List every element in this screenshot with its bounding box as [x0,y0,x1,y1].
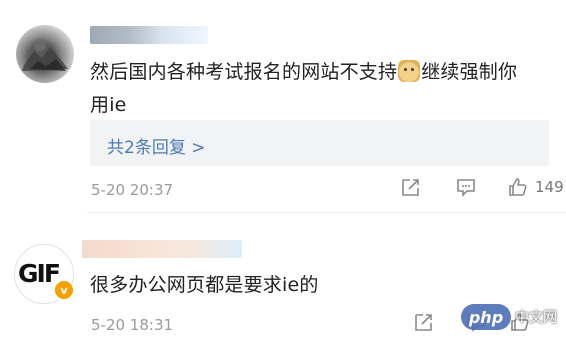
comment-item-1: 然后国内各种考试报名的网站不支持 继续强制你 用ie 共2条回复 > 5-20 2… [0,0,566,208]
like-count: 149 [535,178,564,196]
watermark-text: 中文网 [515,310,557,326]
site-watermark: php 中文网 [461,304,557,330]
avatar-gif-label: GIF [18,259,61,288]
thumbs-up-icon[interactable] [507,176,529,198]
comment-timestamp: 5-20 18:31 [91,316,174,334]
comment-icon[interactable] [455,176,477,198]
username-blurred[interactable] [90,26,208,44]
comment-text: 很多办公网页都是要求ie的 [90,274,319,296]
comment-text-part2: 继续强制你 [421,61,518,83]
comment-text: 然后国内各种考试报名的网站不支持 继续强制你 用ie [90,56,550,122]
comment-text-line2: 用ie [90,94,127,116]
doge-emoji-icon [398,60,421,82]
comment-timestamp: 5-20 20:37 [91,181,174,199]
comment-text-part1: 然后国内各种考试报名的网站不支持 [90,61,398,83]
user-avatar[interactable] [16,25,74,83]
verified-badge-icon: v [53,279,75,301]
view-replies-link[interactable]: 共2条回复 > [107,133,205,158]
username-blurred[interactable] [82,240,242,258]
share-edit-icon[interactable] [400,176,422,198]
comment-actions: 149 [400,176,564,198]
replies-box[interactable]: 共2条回复 > [90,120,549,166]
watermark-logo: php [461,304,511,330]
comment-divider [87,212,566,213]
share-edit-icon[interactable] [413,311,435,333]
